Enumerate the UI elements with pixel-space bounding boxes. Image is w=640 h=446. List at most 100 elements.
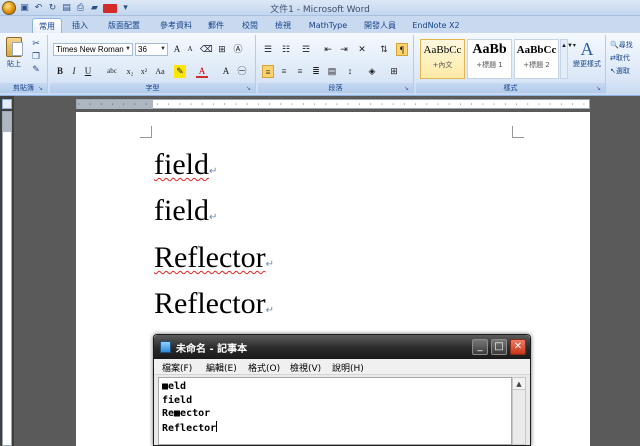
strikethrough-icon[interactable]: abc: [104, 65, 120, 78]
document-line[interactable]: Reflector↵: [154, 241, 274, 282]
tab-home[interactable]: 常用: [32, 18, 62, 33]
distributed-icon[interactable]: ▤: [326, 65, 338, 78]
notepad-title-bar[interactable]: 未命名 - 記事本 _ □ ✕: [154, 335, 530, 359]
decrease-indent-icon[interactable]: ⇤: [322, 43, 334, 56]
numbering-icon[interactable]: ☷: [280, 43, 292, 56]
title-bar: ▣ ↶ ↻ ▤ ⎙ ▰ ▾ 文件1 - Microsoft Word: [0, 0, 640, 16]
style-name: +標題 2: [523, 61, 550, 69]
tab-review[interactable]: 校閱: [236, 18, 264, 33]
bullets-icon[interactable]: ☰: [262, 43, 274, 56]
minimize-button[interactable]: _: [472, 339, 488, 355]
style-name: +標題 1: [476, 61, 503, 69]
justify-icon[interactable]: ≣: [310, 65, 322, 78]
replace-button[interactable]: ⇄取代: [610, 53, 630, 63]
notepad-line: ■eld: [162, 381, 187, 392]
tab-insert[interactable]: 插入: [66, 18, 94, 33]
tab-mailings[interactable]: 郵件: [202, 18, 230, 33]
notepad-line: Re■ector: [162, 408, 211, 419]
dialog-launcher-icon[interactable]: ↘: [404, 85, 411, 92]
chevron-down-icon: ▼: [125, 46, 131, 52]
sort-icon[interactable]: ⇅: [378, 43, 390, 56]
tab-developer[interactable]: 開發人員: [356, 18, 404, 33]
find-button[interactable]: 🔍尋找: [610, 40, 633, 50]
align-right-icon[interactable]: ≡: [294, 65, 306, 78]
grow-font-icon[interactable]: A: [171, 43, 183, 56]
find-label: 尋找: [618, 41, 633, 49]
dialog-launcher-icon[interactable]: ↘: [596, 85, 603, 92]
group-font: Times New Roman ▼ 36 ▼ A A ⌫ ⊞ Ⓐ B I U a…: [50, 35, 256, 93]
font-name-combo[interactable]: Times New Roman ▼: [53, 43, 133, 56]
tab-view[interactable]: 檢視: [268, 18, 298, 33]
style-heading-2[interactable]: AaBbCc +標題 2: [514, 39, 559, 79]
copy-icon[interactable]: ❐: [30, 52, 42, 63]
menu-format[interactable]: 格式(O): [248, 361, 280, 374]
document-line[interactable]: field↵: [154, 194, 217, 235]
tab-page-layout[interactable]: 版面配置: [100, 18, 148, 33]
select-button[interactable]: ↖選取: [610, 66, 630, 76]
dialog-launcher-icon[interactable]: ↘: [246, 85, 253, 92]
character-border-icon[interactable]: Ⓐ: [232, 43, 244, 56]
align-left-icon[interactable]: ≡: [262, 65, 274, 78]
enclose-character-icon[interactable]: ㊀: [236, 65, 248, 78]
font-name-value: Times New Roman: [56, 45, 124, 54]
character-shading-icon[interactable]: A: [220, 65, 232, 78]
tab-references[interactable]: 參考資料: [152, 18, 200, 33]
close-button[interactable]: ✕: [510, 339, 526, 355]
line-text: field: [154, 148, 209, 181]
clear-format-icon[interactable]: ⌫: [200, 43, 213, 56]
style-normal[interactable]: AaBbCc +內文: [420, 39, 465, 79]
dialog-launcher-icon[interactable]: ↘: [38, 85, 45, 92]
paragraph-mark-icon: ↵: [208, 212, 218, 223]
ruler-toggle-button[interactable]: [2, 99, 12, 109]
paste-button[interactable]: 貼上: [4, 37, 24, 79]
notepad-text: ■eld field Re■ector Reflector: [162, 380, 218, 435]
tab-endnote[interactable]: EndNote X2: [408, 18, 464, 33]
superscript-icon[interactable]: x²: [138, 65, 150, 78]
scroll-up-icon[interactable]: ▲: [513, 378, 525, 390]
italic-icon[interactable]: I: [68, 65, 80, 78]
horizontal-ruler[interactable]: · · · · · · · · · · · · · · · · · · · · …: [76, 99, 590, 109]
bold-icon[interactable]: B: [54, 65, 66, 78]
notepad-scrollbar[interactable]: ▲: [512, 377, 526, 445]
maximize-button[interactable]: □: [491, 339, 507, 355]
menu-view[interactable]: 檢視(V): [290, 361, 321, 374]
highlight-icon[interactable]: ✎: [174, 65, 186, 78]
paragraph-mark-icon: ↵: [265, 305, 274, 316]
vertical-ruler[interactable]: [2, 111, 12, 446]
format-painter-icon[interactable]: ✎: [30, 65, 42, 76]
font-size-combo[interactable]: 36 ▼: [135, 43, 168, 56]
change-case-icon[interactable]: Aa: [154, 65, 166, 78]
styles-scroll-icon[interactable]: ▲▼▾: [560, 39, 576, 79]
menu-help[interactable]: 說明(H): [332, 361, 364, 374]
style-heading-1[interactable]: AaBb +標題 1: [467, 39, 512, 79]
line-spacing-icon[interactable]: ↕: [344, 65, 356, 78]
borders-icon[interactable]: ⊞: [388, 65, 400, 78]
ribbon-tabs: 常用 插入 版面配置 參考資料 郵件 校閱 檢視 MathType 開發人員 E…: [0, 16, 640, 33]
increase-indent-icon[interactable]: ⇥: [338, 43, 350, 56]
cut-icon[interactable]: ✂: [30, 39, 42, 50]
font-color-icon[interactable]: A: [196, 65, 208, 78]
phonetic-guide-icon[interactable]: ⊞: [216, 43, 228, 56]
underline-icon[interactable]: U: [82, 65, 94, 78]
document-line[interactable]: Reflector↵: [154, 287, 274, 328]
ribbon: 貼上 ✂ ❐ ✎ 剪貼簿 ↘ Times New Roman ▼ 36 ▼ A …: [0, 33, 640, 96]
notepad-line: Reflector: [162, 422, 217, 434]
menu-file[interactable]: 檔案(F): [162, 361, 192, 374]
shading-icon[interactable]: ◈: [366, 65, 378, 78]
multilevel-list-icon[interactable]: ☲: [300, 43, 312, 56]
window-title: 文件1 - Microsoft Word: [270, 5, 370, 15]
notepad-window[interactable]: 未命名 - 記事本 _ □ ✕ 檔案(F) 編輯(E) 格式(O) 檢視(V) …: [153, 334, 531, 446]
style-sample: AaBbCc: [423, 44, 462, 56]
menu-edit[interactable]: 編輯(E): [206, 361, 237, 374]
asian-layout-icon[interactable]: ✕: [356, 43, 368, 56]
group-clipboard: 貼上 ✂ ❐ ✎ 剪貼簿 ↘: [0, 35, 48, 93]
notepad-text-area[interactable]: ■eld field Re■ector Reflector: [158, 377, 512, 445]
shrink-font-icon[interactable]: A: [184, 43, 196, 56]
document-line[interactable]: field↵: [154, 148, 217, 189]
subscript-icon[interactable]: x₂: [124, 65, 136, 78]
show-formatting-icon[interactable]: ¶: [396, 43, 408, 56]
change-styles-button[interactable]: A 變更樣式: [571, 39, 603, 69]
align-center-icon[interactable]: ≡: [278, 65, 290, 78]
tab-mathtype[interactable]: MathType: [304, 18, 352, 33]
ruler-ticks: · · · · · · · · · · · · · · · · · · · · …: [77, 101, 589, 108]
